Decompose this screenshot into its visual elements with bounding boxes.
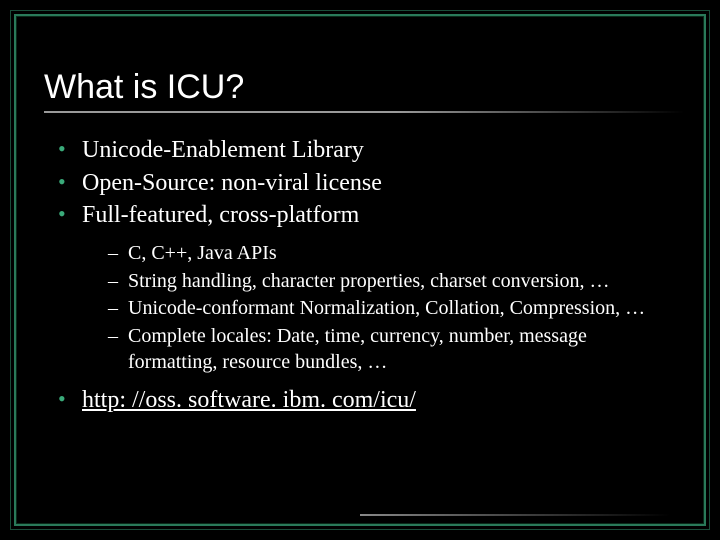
bullet-text: Open-Source: non-viral license: [82, 170, 382, 196]
bullet-item: Open-Source: non-viral license: [58, 168, 676, 199]
sub-bullet-text: Complete locales: Date, time, currency, …: [128, 325, 587, 373]
bullet-item: Unicode-Enablement Library: [58, 135, 676, 166]
slide-body: What is ICU? Unicode-Enablement Library …: [0, 0, 720, 540]
sub-bullet-item: C, C++, Java APIs: [108, 241, 676, 267]
bullet-item-link: http: //oss. software. ibm. com/icu/: [58, 385, 676, 416]
sub-bullet-item: Complete locales: Date, time, currency, …: [108, 324, 676, 375]
sub-bullet-text: Unicode-conformant Normalization, Collat…: [128, 297, 645, 319]
sub-bullet-item: Unicode-conformant Normalization, Collat…: [108, 296, 676, 322]
title-underline: [44, 111, 684, 113]
bullet-text: Unicode-Enablement Library: [82, 137, 364, 163]
bullet-item: Full-featured, cross-platform C, C++, Ja…: [58, 200, 676, 375]
bullet-text: Full-featured, cross-platform: [82, 202, 359, 228]
slide-title: What is ICU?: [44, 68, 676, 107]
sub-bullet-item: String handling, character properties, c…: [108, 269, 676, 295]
sub-bullet-list: C, C++, Java APIs String handling, chara…: [82, 241, 676, 375]
bullet-list: Unicode-Enablement Library Open-Source: …: [44, 135, 676, 416]
sub-bullet-text: String handling, character properties, c…: [128, 270, 610, 292]
link-text[interactable]: http: //oss. software. ibm. com/icu/: [82, 387, 416, 413]
bottom-accent-line: [360, 514, 670, 516]
sub-bullet-text: C, C++, Java APIs: [128, 242, 277, 264]
